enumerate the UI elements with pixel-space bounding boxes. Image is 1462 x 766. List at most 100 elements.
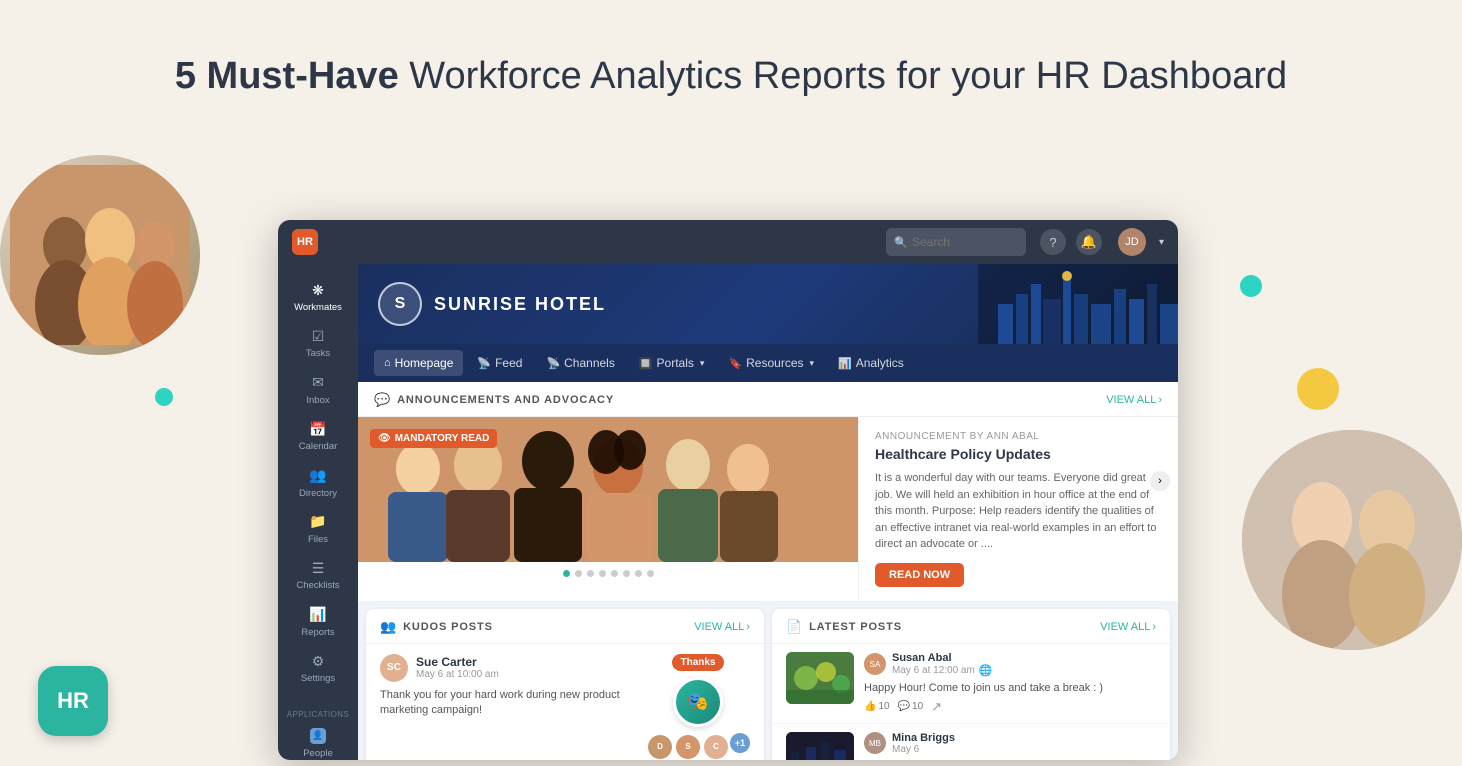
sidebar-item-directory[interactable]: 👥 Directory — [278, 460, 358, 506]
portals-chevron-icon: ▾ — [700, 358, 705, 369]
latest-post-actions-1: 👍 10 💬 10 ↗ — [864, 699, 1156, 715]
carousel-dot-2[interactable] — [575, 570, 582, 577]
nav-item-portals[interactable]: 🔲 Portals ▾ — [629, 350, 715, 376]
carousel-dots — [358, 562, 858, 585]
announcements-section: 💬 ANNOUNCEMENTS AND ADVOCACY VIEW ALL › — [358, 382, 1178, 601]
globe-icon: 🌐 — [979, 664, 993, 677]
nav-item-channels[interactable]: 📡 Channels — [536, 350, 624, 376]
carousel-dot-4[interactable] — [599, 570, 606, 577]
latest-posts-chevron: › — [1152, 621, 1156, 633]
announcement-body: It is a wonderful day with our teams. Ev… — [875, 470, 1162, 553]
announcements-title: 💬 ANNOUNCEMENTS AND ADVOCACY — [374, 392, 614, 408]
reports-icon: 📊 — [309, 606, 327, 624]
recipient-avatar-carl: C — [702, 733, 730, 761]
latest-user-meta: Susan Abal May 6 at 12:00 am 🌐 — [892, 652, 993, 677]
announcement-author: ANNOUNCEMENT BY ANN ABAL — [875, 431, 1162, 442]
sidebar-item-inbox[interactable]: ✉ Inbox — [278, 367, 358, 413]
like-icon: 👍 — [864, 701, 876, 712]
scroll-content[interactable]: 💬 ANNOUNCEMENTS AND ADVOCACY VIEW ALL › — [358, 382, 1178, 760]
settings-icon: ⚙ — [309, 652, 327, 670]
kudos-user-info: Sue Carter May 6 at 10:00 am — [416, 655, 499, 680]
right-photo-circle — [1242, 430, 1462, 650]
sidebar: ❋ Workmates ☑ Tasks ✉ Inbox 📅 Calendar 👥… — [278, 264, 358, 760]
nav-item-homepage[interactable]: ⌂ Homepage — [374, 350, 463, 376]
search-wrapper: 🔍 — [886, 228, 1026, 256]
latest-posts-card: 📄 LATEST POSTS VIEW ALL › — [772, 609, 1170, 761]
recipient-avatar-susan: S — [674, 733, 702, 761]
resources-icon: 🔖 — [728, 357, 742, 370]
app-logo[interactable]: HR — [292, 229, 318, 255]
announcement-title: Healthcare Policy Updates — [875, 446, 1162, 462]
sidebar-item-tasks[interactable]: ☑ Tasks — [278, 320, 358, 366]
sidebar-item-workmates[interactable]: ❋ Workmates — [278, 274, 358, 320]
latest-avatar-susan: SA — [864, 653, 886, 675]
sidebar-item-checklists[interactable]: ☰ Checklists — [278, 552, 358, 598]
share-icon[interactable]: ↗ — [931, 699, 942, 715]
deco-circle-teal-left — [155, 388, 173, 406]
user-avatar[interactable]: JD — [1118, 228, 1146, 256]
hotel-logo-section: S SUNRISE HOTEL — [378, 282, 606, 326]
carousel-dot-7[interactable] — [635, 570, 642, 577]
kudos-view-all-chevron: › — [746, 621, 750, 633]
kudos-recipients: Thanks 🎭 D S C +1 — [646, 654, 750, 761]
hotel-nav: ⌂ Homepage 📡 Feed 📡 Channels 🔲 Portals ▾ — [358, 344, 1178, 382]
feed-icon: 📡 — [477, 357, 491, 370]
hotel-logo: S — [378, 282, 422, 326]
read-now-button[interactable]: READ NOW — [875, 563, 964, 587]
comment-count[interactable]: 💬 10 — [898, 701, 924, 712]
latest-posts-view-all[interactable]: VIEW ALL › — [1100, 621, 1156, 633]
nav-item-resources[interactable]: 🔖 Resources ▾ — [718, 350, 824, 376]
deco-circle-teal-right — [1240, 275, 1262, 297]
files-icon: 📁 — [309, 513, 327, 531]
sidebar-item-calendar[interactable]: 📅 Calendar — [278, 413, 358, 459]
announcement-panel: 👁 MANDATORY READ — [358, 417, 1178, 601]
latest-post-info-1: SA Susan Abal May 6 at 12:00 am 🌐 — [864, 652, 1156, 715]
carousel-dot-8[interactable] — [647, 570, 654, 577]
app-window: HR 🔍 ? 🔔 JD ▾ ❋ Workmates ☑ Tasks — [278, 220, 1178, 760]
latest-post-user-2: MB Mina Briggs May 6 — [864, 732, 1156, 755]
resources-chevron-icon: ▾ — [810, 358, 815, 369]
kudos-avatar-sue: SC — [380, 654, 408, 682]
thanks-badge: Thanks — [672, 654, 723, 671]
kudos-user-row-1: SC Sue Carter May 6 at 10:00 am — [380, 654, 636, 682]
inbox-icon: ✉ — [309, 374, 327, 392]
comment-icon: 💬 — [898, 701, 910, 712]
latest-post-info-2: MB Mina Briggs May 6 — [864, 732, 1156, 759]
latest-post-user-1: SA Susan Abal May 6 at 12:00 am 🌐 — [864, 652, 1156, 677]
view-all-chevron-icon: › — [1158, 394, 1162, 406]
kudos-card-icon: 👥 — [380, 619, 397, 635]
like-count[interactable]: 👍 10 — [864, 701, 890, 712]
announcements-icon: 💬 — [374, 392, 391, 408]
announcements-view-all[interactable]: VIEW ALL › — [1106, 394, 1162, 406]
kudos-view-all[interactable]: VIEW ALL › — [694, 621, 750, 633]
hotel-skyline-image — [978, 264, 1178, 344]
announcements-header: 💬 ANNOUNCEMENTS AND ADVOCACY VIEW ALL › — [358, 382, 1178, 417]
latest-avatar-mina: MB — [864, 732, 886, 754]
carousel-dot-3[interactable] — [587, 570, 594, 577]
help-icon-btn[interactable]: ? — [1040, 229, 1066, 255]
hotel-banner: S SUNRISE HOTEL — [358, 264, 1178, 344]
nav-item-analytics[interactable]: 📊 Analytics — [828, 350, 914, 376]
carousel-dot-1[interactable] — [563, 570, 570, 577]
kudos-card: 👥 KUDOS POSTS VIEW ALL › — [366, 609, 764, 761]
hr-badge: HR — [38, 666, 108, 736]
main-content: S SUNRISE HOTEL — [358, 264, 1178, 760]
carousel-dot-5[interactable] — [611, 570, 618, 577]
search-input[interactable] — [886, 228, 1026, 256]
sidebar-item-files[interactable]: 📁 Files — [278, 506, 358, 552]
sidebar-item-people[interactable]: 👤 People — [278, 721, 358, 760]
carousel-dot-6[interactable] — [623, 570, 630, 577]
announcement-next-chevron[interactable]: › — [1150, 471, 1170, 491]
latest-post-text-1: Happy Hour! Come to join us and take a b… — [864, 681, 1156, 695]
sidebar-item-settings[interactable]: ⚙ Settings — [278, 645, 358, 691]
recipient-avatar-david: D — [646, 733, 674, 761]
directory-icon: 👥 — [309, 467, 327, 485]
nav-item-feed[interactable]: 📡 Feed — [467, 350, 532, 376]
notifications-icon-btn[interactable]: 🔔 — [1076, 229, 1102, 255]
tasks-icon: ☑ — [309, 327, 327, 345]
sidebar-item-reports[interactable]: 📊 Reports — [278, 599, 358, 645]
kudos-card-header: 👥 KUDOS POSTS VIEW ALL › — [366, 609, 764, 644]
bottom-grid: 👥 KUDOS POSTS VIEW ALL › — [358, 601, 1178, 761]
deco-circle-yellow — [1297, 368, 1339, 410]
announcement-image-area: 👁 MANDATORY READ — [358, 417, 858, 601]
